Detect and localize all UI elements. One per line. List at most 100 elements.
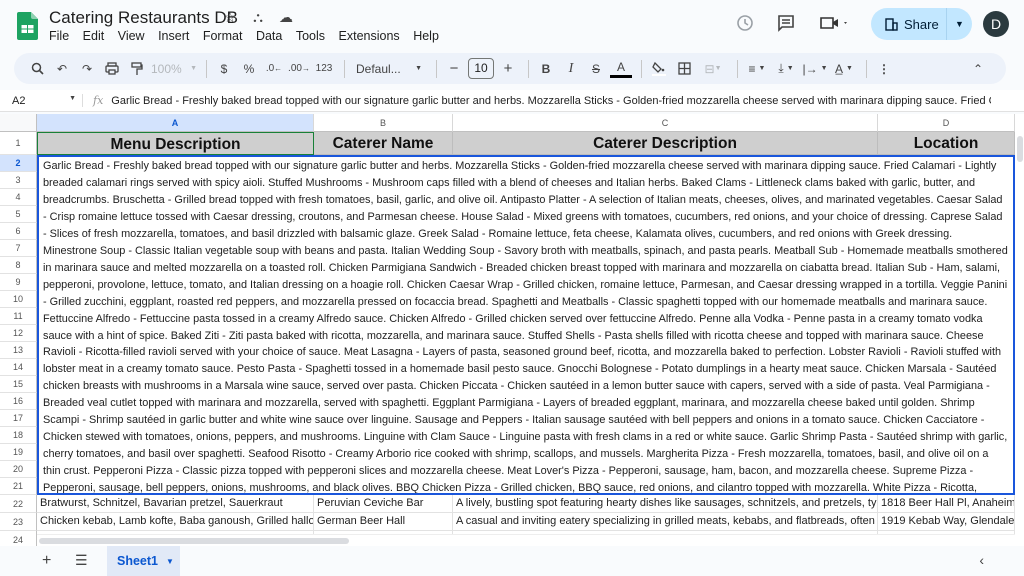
star-icon[interactable]: ☆ xyxy=(221,9,239,26)
share-dropdown-icon[interactable]: ▼ xyxy=(947,19,972,29)
selected-merged-cell-a2[interactable]: Garlic Bread - Freshly baked bread toppe… xyxy=(37,155,1015,495)
menu-format[interactable]: Format xyxy=(203,29,249,43)
explore-collapse-icon[interactable]: ‹ xyxy=(979,552,984,568)
vertical-scroll-thumb[interactable] xyxy=(1017,136,1023,162)
row-header-3[interactable]: 3 xyxy=(0,172,37,189)
more-formats-button[interactable]: 123 xyxy=(313,58,335,80)
currency-format-button[interactable]: $ xyxy=(213,58,235,80)
column-header-c[interactable]: C xyxy=(453,114,878,132)
row-header-5[interactable]: 5 xyxy=(0,206,37,223)
share-button[interactable]: Share ▼ xyxy=(871,8,972,40)
row-header-13[interactable]: 13 xyxy=(0,342,37,359)
table-cell[interactable]: A lively, bustling spot featuring hearty… xyxy=(453,495,878,513)
collapse-toolbar-icon[interactable]: ⌃ xyxy=(967,58,989,80)
row-header-11[interactable]: 11 xyxy=(0,308,37,325)
print-icon[interactable] xyxy=(101,58,123,80)
table-cell[interactable]: Bratwurst, Schnitzel, Bavarian pretzel, … xyxy=(37,495,314,513)
text-rotation-icon[interactable]: A̲ ▼ xyxy=(831,58,857,80)
horizontal-scrollbar[interactable] xyxy=(37,534,1015,546)
formula-input[interactable]: Garlic Bread - Freshly baked bread toppe… xyxy=(111,95,991,107)
redo-icon[interactable]: ↷ xyxy=(76,58,98,80)
bold-button[interactable]: B xyxy=(535,58,557,80)
row-header-6[interactable]: 6 xyxy=(0,223,37,240)
menu-file[interactable]: File xyxy=(49,29,76,43)
row-header-16[interactable]: 16 xyxy=(0,393,37,410)
font-select[interactable]: Defaul... ▼ xyxy=(351,58,427,80)
fill-color-icon[interactable] xyxy=(648,58,670,80)
merge-cells-icon[interactable]: ⊟ ▼ xyxy=(698,58,728,80)
row-header-19[interactable]: 19 xyxy=(0,444,37,461)
comments-icon[interactable] xyxy=(777,14,795,37)
menu-help[interactable]: Help xyxy=(413,29,445,43)
row-header-12[interactable]: 12 xyxy=(0,325,37,342)
more-options-icon[interactable]: ⋮ xyxy=(873,58,895,80)
sheet-tab-sheet1[interactable]: Sheet1 ▼ xyxy=(107,546,180,576)
menu-extensions[interactable]: Extensions xyxy=(339,29,407,43)
add-sheet-icon[interactable]: + xyxy=(42,552,51,570)
all-sheets-icon[interactable]: ☰ xyxy=(75,552,88,569)
header-cell-menu-description[interactable]: Menu Description xyxy=(37,132,314,155)
name-box[interactable]: A2 ▼ xyxy=(0,95,82,107)
row-header-4[interactable]: 4 xyxy=(0,189,37,206)
row-header-7[interactable]: 7 xyxy=(0,240,37,257)
italic-button[interactable]: I xyxy=(560,58,582,80)
row-header-23[interactable]: 23 xyxy=(0,513,37,531)
row-header-2[interactable]: 2 xyxy=(0,155,37,172)
menu-tools[interactable]: Tools xyxy=(296,29,332,43)
horizontal-align-icon[interactable]: ≡ ▼ xyxy=(744,58,770,80)
table-cell[interactable]: 1919 Kebab Way, Glendale, xyxy=(878,513,1015,531)
table-cell[interactable]: German Beer Hall xyxy=(314,513,453,531)
table-cell[interactable]: Peruvian Ceviche Bar xyxy=(314,495,453,513)
search-menus-icon[interactable] xyxy=(26,58,48,80)
column-header-d[interactable]: D xyxy=(878,114,1015,132)
move-to-drive-icon[interactable]: ⛬ xyxy=(249,9,267,26)
text-color-button[interactable]: A xyxy=(610,60,632,78)
decrease-decimal-button[interactable]: .0 ← xyxy=(263,58,285,80)
increase-font-size-button[interactable]: + xyxy=(497,58,519,80)
row-header-21[interactable]: 21 xyxy=(0,478,37,495)
cloud-saved-icon[interactable]: ☁ xyxy=(277,9,295,26)
row-header-22[interactable]: 22 xyxy=(0,495,37,513)
select-all-corner[interactable] xyxy=(0,114,37,132)
row-header-24[interactable]: 24 xyxy=(0,531,37,546)
text-wrapping-icon[interactable]: |→ ▼ xyxy=(802,58,828,80)
row-header-14[interactable]: 14 xyxy=(0,359,37,376)
menu-view[interactable]: View xyxy=(118,29,151,43)
vertical-align-icon[interactable]: ⤓ ▼ xyxy=(773,58,799,80)
strikethrough-button[interactable]: S xyxy=(585,58,607,80)
menu-edit[interactable]: Edit xyxy=(83,29,111,43)
version-history-icon[interactable] xyxy=(736,14,754,37)
row-header-1[interactable]: 1 xyxy=(0,132,37,155)
borders-icon[interactable] xyxy=(673,58,695,80)
row-header-20[interactable]: 20 xyxy=(0,461,37,478)
header-cell-caterer-name[interactable]: Caterer Name xyxy=(314,132,453,155)
table-cell[interactable]: Chicken kebab, Lamb kofte, Baba ganoush,… xyxy=(37,513,314,531)
column-header-a[interactable]: A xyxy=(37,114,314,132)
sheets-logo-icon[interactable] xyxy=(17,12,38,40)
table-cell[interactable]: A casual and inviting eatery specializin… xyxy=(453,513,878,531)
vertical-scrollbar[interactable] xyxy=(1015,132,1024,546)
row-header-8[interactable]: 8 xyxy=(0,257,37,274)
avatar[interactable]: D xyxy=(983,11,1009,37)
zoom-select[interactable]: 100% ▼ xyxy=(151,58,197,80)
paint-format-icon[interactable] xyxy=(126,58,148,80)
font-size-input[interactable]: 10 xyxy=(468,58,494,79)
undo-icon[interactable]: ↶ xyxy=(51,58,73,80)
meet-icon[interactable] xyxy=(819,14,851,37)
header-cell-location[interactable]: Location xyxy=(878,132,1015,155)
sheet-menu-dropdown-icon[interactable]: ▼ xyxy=(166,557,174,566)
row-header-18[interactable]: 18 xyxy=(0,427,37,444)
row-header-10[interactable]: 10 xyxy=(0,291,37,308)
header-cell-caterer-description[interactable]: Caterer Description xyxy=(453,132,878,155)
increase-decimal-button[interactable]: .00 → xyxy=(288,58,310,80)
horizontal-scroll-thumb[interactable] xyxy=(39,538,349,544)
column-header-b[interactable]: B xyxy=(314,114,453,132)
percent-format-button[interactable]: % xyxy=(238,58,260,80)
row-header-9[interactable]: 9 xyxy=(0,274,37,291)
menu-data[interactable]: Data xyxy=(256,29,289,43)
row-header-15[interactable]: 15 xyxy=(0,376,37,393)
document-title[interactable]: Catering Restaurants DB xyxy=(49,8,238,28)
row-header-17[interactable]: 17 xyxy=(0,410,37,427)
menu-insert[interactable]: Insert xyxy=(158,29,196,43)
table-cell[interactable]: 1818 Beer Hall Pl, Anaheim, xyxy=(878,495,1015,513)
